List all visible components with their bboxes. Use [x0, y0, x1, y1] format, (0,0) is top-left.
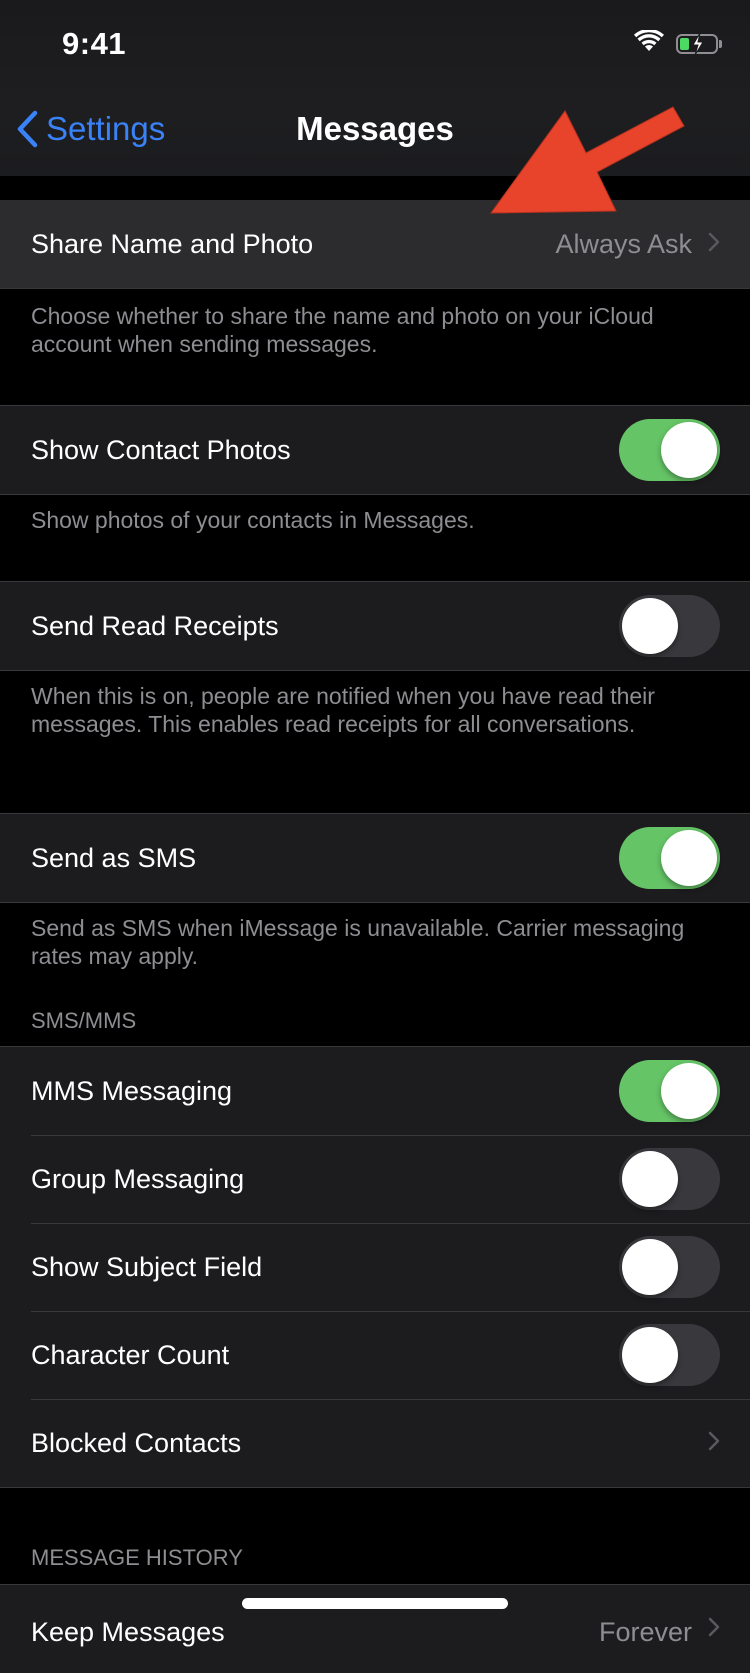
toggle-knob — [661, 422, 717, 478]
toggle-knob — [622, 1327, 678, 1383]
mms-messaging-toggle[interactable] — [619, 1060, 720, 1122]
show-subject-field-row: Show Subject Field — [0, 1223, 750, 1311]
send-as-sms-footer: Send as SMS when iMessage is unavailable… — [31, 915, 685, 969]
row-label: Blocked Contacts — [31, 1427, 242, 1458]
send-as-sms-group: Send as SMS — [0, 813, 750, 903]
character-count-row: Character Count — [0, 1311, 750, 1399]
row-label: MMS Messaging — [31, 1075, 233, 1106]
message-history-section-header: MESSAGE HISTORY — [31, 1545, 243, 1570]
read-receipts-group: Send Read Receipts — [0, 581, 750, 671]
contact-photos-footer: Show photos of your contacts in Messages… — [31, 507, 475, 533]
show-subject-field-toggle[interactable] — [619, 1236, 720, 1298]
show-contact-photos-toggle[interactable] — [619, 419, 720, 481]
home-indicator[interactable] — [242, 1598, 508, 1609]
show-contact-photos-row: Show Contact Photos — [0, 406, 750, 494]
annotation-arrow-icon — [490, 106, 685, 214]
group-messaging-toggle[interactable] — [619, 1148, 720, 1210]
toggle-knob — [661, 1063, 717, 1119]
send-as-sms-toggle[interactable] — [619, 827, 720, 889]
row-label: Character Count — [31, 1339, 230, 1370]
row-label: Send as SMS — [31, 842, 197, 873]
toggle-knob — [661, 830, 717, 886]
send-as-sms-row: Send as SMS — [0, 814, 750, 902]
toggle-knob — [622, 1151, 678, 1207]
row-label: Group Messaging — [31, 1163, 245, 1194]
send-read-receipts-row: Send Read Receipts — [0, 582, 750, 670]
row-label: Show Subject Field — [31, 1251, 263, 1282]
row-label: Send Read Receipts — [31, 610, 279, 641]
chevron-right-icon — [708, 1431, 720, 1456]
group-messaging-row: Group Messaging — [0, 1135, 750, 1223]
read-receipts-footer: When this is on, people are notified whe… — [31, 683, 655, 737]
row-label: Show Contact Photos — [31, 434, 291, 465]
chevron-right-icon — [708, 1617, 720, 1642]
row-label: Keep Messages — [31, 1617, 225, 1647]
character-count-toggle[interactable] — [619, 1324, 720, 1386]
blocked-contacts-row[interactable]: Blocked Contacts — [0, 1399, 750, 1487]
sms-mms-section-header: SMS/MMS — [31, 1008, 137, 1033]
toggle-knob — [622, 1239, 678, 1295]
contact-photos-group: Show Contact Photos — [0, 405, 750, 495]
toggle-knob — [622, 598, 678, 654]
send-read-receipts-toggle[interactable] — [619, 595, 720, 657]
share-name-footer: Choose whether to share the name and pho… — [31, 303, 654, 357]
sms-mms-group: MMS Messaging Group Messaging Show Subje… — [0, 1046, 750, 1488]
row-value: Forever — [598, 1617, 692, 1647]
mms-messaging-row: MMS Messaging — [0, 1047, 750, 1135]
